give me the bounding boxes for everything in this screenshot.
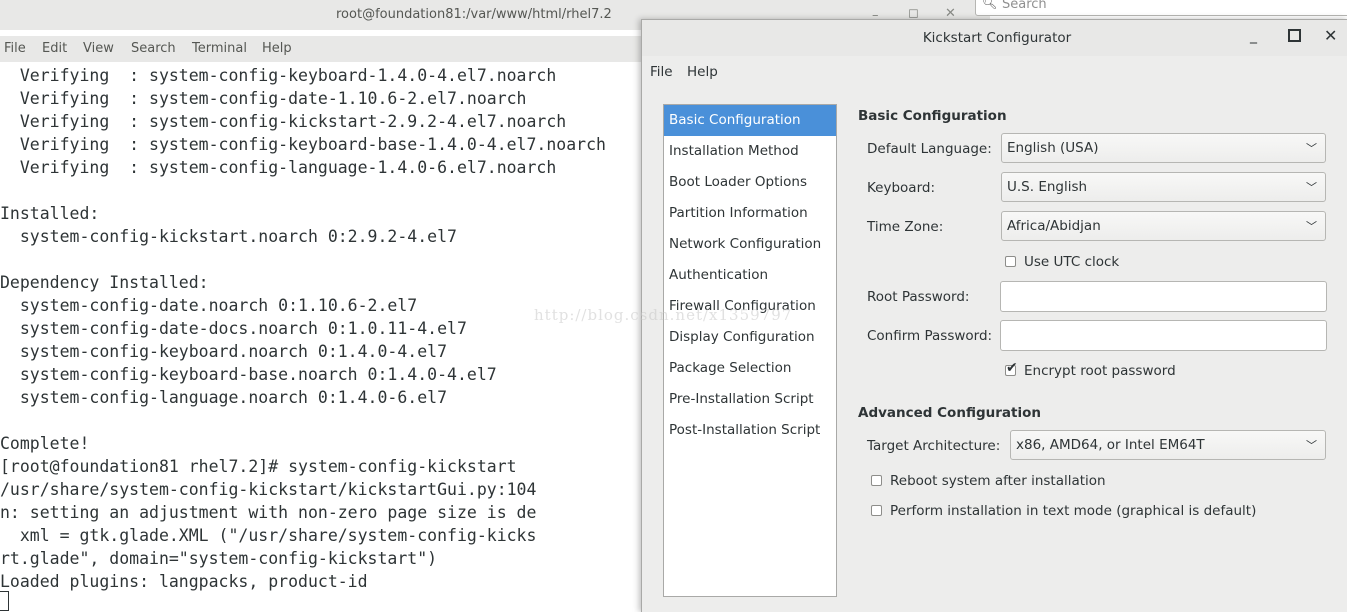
nav-item-partition-information[interactable]: Partition Information xyxy=(664,198,836,229)
terminal-line: Verifying : system-config-keyboard-base-… xyxy=(0,135,606,154)
terminal-line: system-config-date.noarch 0:1.10.6-2.el7 xyxy=(0,296,418,315)
keyboard-value: U.S. English xyxy=(1007,179,1088,195)
terminal-line: system-config-keyboard.noarch 0:1.4.0-4.… xyxy=(0,342,448,361)
keyboard-label: Keyboard: xyxy=(867,180,936,196)
terminal-line: system-config-language.noarch 0:1.4.0-6.… xyxy=(0,388,448,407)
menu-help[interactable]: Help xyxy=(687,64,718,80)
nav-item-pre-installation-script[interactable]: Pre-Installation Script xyxy=(664,384,836,415)
terminal-line: Verifying : system-config-kickstart-2.9.… xyxy=(0,112,567,131)
maximize-icon[interactable] xyxy=(1288,29,1301,42)
text-mode-checkbox[interactable] xyxy=(871,505,882,516)
timezone-label: Time Zone: xyxy=(867,219,944,235)
search-icon: 🔍︎ xyxy=(982,0,998,10)
terminal-line: Verifying : system-config-language-1.4.0… xyxy=(0,158,557,177)
utc-clock-checkbox[interactable] xyxy=(1005,256,1016,267)
category-list: Basic Configuration Installation Method … xyxy=(663,104,837,597)
menu-file[interactable]: File xyxy=(4,41,26,56)
target-architecture-label: Target Architecture: xyxy=(867,438,1001,454)
background-search-input[interactable]: 🔍︎ Search xyxy=(975,0,1347,16)
nav-item-authentication[interactable]: Authentication xyxy=(664,260,836,291)
confirm-password-input[interactable] xyxy=(1000,320,1327,351)
terminal-line: /usr/share/system-config-kickstart/kicks… xyxy=(0,480,537,499)
terminal-line: system-config-date-docs.noarch 0:1.0.11-… xyxy=(0,319,467,338)
chevron-down-icon: ﹀ xyxy=(1306,220,1317,233)
menu-file[interactable]: File xyxy=(650,64,673,80)
chevron-down-icon: ﹀ xyxy=(1306,181,1317,194)
terminal-cursor xyxy=(0,591,9,611)
reboot-label: Reboot system after installation xyxy=(890,473,1106,489)
default-language-value: English (USA) xyxy=(1007,140,1099,156)
terminal-line: system-config-kickstart.noarch 0:2.9.2-4… xyxy=(0,227,457,246)
utc-clock-label: Use UTC clock xyxy=(1024,254,1120,270)
watermark: http://blog.csdn.net/x1359797 xyxy=(534,306,793,324)
default-language-label: Default Language: xyxy=(867,141,992,157)
terminal-line: rt.glade", domain="system-config-kicksta… xyxy=(0,549,438,568)
confirm-password-label: Confirm Password: xyxy=(867,328,993,344)
terminal-line: Loaded plugins: langpacks, product-id xyxy=(0,572,368,591)
text-mode-label: Perform installation in text mode (graph… xyxy=(890,503,1257,519)
close-icon[interactable]: ✕ xyxy=(1324,26,1337,45)
terminal-line: Verifying : system-config-date-1.10.6-2.… xyxy=(0,89,527,108)
kickstart-titlebar[interactable]: Kickstart Configurator _ ✕ xyxy=(642,20,1347,56)
terminal-line: xml = gtk.glade.XML ("/usr/share/system-… xyxy=(0,526,537,545)
nav-item-display-configuration[interactable]: Display Configuration xyxy=(664,322,836,353)
nav-item-network-configuration[interactable]: Network Configuration xyxy=(664,229,836,260)
default-language-select[interactable]: English (USA) ﹀ xyxy=(1001,133,1326,163)
terminal-line: Complete! xyxy=(0,434,90,453)
timezone-select[interactable]: Africa/Abidjan ﹀ xyxy=(1001,211,1326,241)
nav-item-basic-configuration[interactable]: Basic Configuration xyxy=(664,105,836,136)
minimize-icon[interactable]: _ xyxy=(1250,28,1257,44)
chevron-down-icon: ﹀ xyxy=(1306,439,1317,452)
terminal-line: Dependency Installed: xyxy=(0,273,209,292)
encrypt-password-checkbox[interactable]: ✔ xyxy=(1005,360,1018,376)
terminal-title: root@foundation81:/var/www/html/rhel7.2 xyxy=(336,7,612,22)
window-title: Kickstart Configurator xyxy=(922,30,1072,46)
menu-terminal[interactable]: Terminal xyxy=(192,41,247,56)
nav-item-package-selection[interactable]: Package Selection xyxy=(664,353,836,384)
terminal-line: n: setting an adjustment with non-zero p… xyxy=(0,503,537,522)
target-architecture-select[interactable]: x86, AMD64, or Intel EM64T ﹀ xyxy=(1010,430,1326,460)
menu-edit[interactable]: Edit xyxy=(42,41,67,56)
search-placeholder: Search xyxy=(1002,0,1047,12)
terminal-line: Verifying : system-config-keyboard-1.4.0… xyxy=(0,66,557,85)
reboot-checkbox[interactable] xyxy=(871,475,882,486)
menu-search[interactable]: Search xyxy=(131,41,176,56)
timezone-value: Africa/Abidjan xyxy=(1007,218,1101,234)
advanced-configuration-heading: Advanced Configuration xyxy=(858,405,1041,421)
menu-view[interactable]: View xyxy=(83,41,114,56)
terminal-line: system-config-keyboard-base.noarch 0:1.4… xyxy=(0,365,497,384)
checkmark-icon: ✔ xyxy=(1006,360,1018,376)
root-password-input[interactable] xyxy=(1000,281,1327,312)
keyboard-select[interactable]: U.S. English ﹀ xyxy=(1001,172,1326,202)
terminal-line: Installed: xyxy=(0,204,100,223)
chevron-down-icon: ﹀ xyxy=(1306,142,1317,155)
nav-item-post-installation-script[interactable]: Post-Installation Script xyxy=(664,415,836,446)
nav-item-installation-method[interactable]: Installation Method xyxy=(664,136,836,167)
basic-configuration-heading: Basic Configuration xyxy=(858,108,1007,124)
nav-item-boot-loader-options[interactable]: Boot Loader Options xyxy=(664,167,836,198)
root-password-label: Root Password: xyxy=(867,289,970,305)
kickstart-menubar: File Help xyxy=(642,56,1347,86)
menu-help[interactable]: Help xyxy=(262,41,292,56)
target-architecture-value: x86, AMD64, or Intel EM64T xyxy=(1016,437,1205,453)
terminal-line: [root@foundation81 rhel7.2]# system-conf… xyxy=(0,457,517,476)
encrypt-password-label: Encrypt root password xyxy=(1024,363,1176,379)
